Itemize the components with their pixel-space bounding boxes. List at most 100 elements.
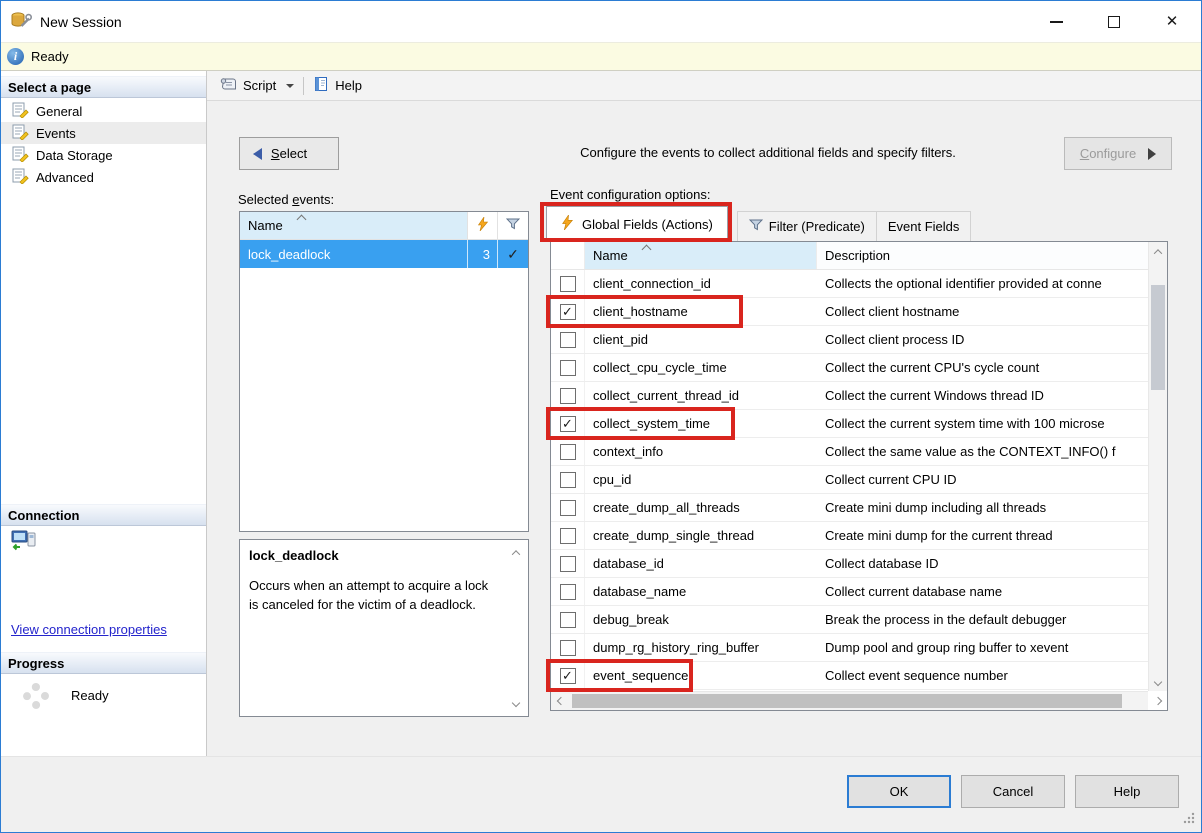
- selected-event-filter-check-icon: ✓: [507, 245, 519, 262]
- sidebar-item-advanced[interactable]: Advanced: [1, 166, 206, 188]
- field-description: Collect current database name: [825, 584, 1003, 599]
- field-name: cpu_id: [593, 472, 632, 487]
- selected-event-row-lock-deadlock[interactable]: lock_deadlock 3 ✓: [240, 240, 528, 268]
- field-description: Collect the current system time with 100…: [825, 416, 1105, 431]
- fields-description-column-header[interactable]: Description: [817, 242, 1148, 269]
- field-row-event_sequence[interactable]: ✓ event_sequence Collect event sequence …: [546, 659, 1148, 692]
- vertical-scrollbar[interactable]: [1148, 242, 1167, 691]
- configure-button[interactable]: Configure: [1064, 137, 1172, 170]
- field-checkbox[interactable]: [559, 275, 576, 292]
- field-name: context_info: [593, 444, 664, 459]
- page-icon: [12, 101, 29, 121]
- minimize-button[interactable]: [1027, 1, 1085, 42]
- close-button[interactable]: ✕: [1143, 1, 1201, 42]
- field-checkbox-cell: [551, 606, 585, 633]
- field-checkbox[interactable]: [559, 639, 576, 656]
- cancel-button[interactable]: Cancel: [961, 775, 1065, 808]
- connection-icon: [11, 529, 37, 556]
- field-description: Break the process in the default debugge…: [825, 612, 1067, 627]
- field-row-create_dump_all_threads[interactable]: create_dump_all_threads Create mini dump…: [551, 494, 1148, 522]
- script-button[interactable]: Script: [214, 74, 299, 98]
- field-checkbox[interactable]: ✓: [559, 667, 576, 684]
- field-row-database_id[interactable]: database_id Collect database ID: [551, 550, 1148, 578]
- tab-event-fields[interactable]: Event Fields: [876, 211, 972, 241]
- scroll-down-icon[interactable]: [1149, 672, 1167, 691]
- field-checkbox[interactable]: [559, 471, 576, 488]
- field-row-client_connection_id[interactable]: client_connection_id Collects the option…: [551, 270, 1148, 298]
- events-actions-column-header[interactable]: [468, 212, 498, 239]
- field-row-client_pid[interactable]: client_pid Collect client process ID: [551, 326, 1148, 354]
- help-toolbar-button[interactable]: Help: [308, 73, 367, 98]
- field-checkbox[interactable]: ✓: [559, 415, 576, 432]
- tab-filter-predicate[interactable]: Filter (Predicate): [736, 211, 877, 241]
- field-row-context_info[interactable]: context_info Collect the same value as t…: [551, 438, 1148, 466]
- fields-name-header-label: Name: [593, 248, 628, 263]
- field-checkbox[interactable]: [559, 583, 576, 600]
- ok-button[interactable]: OK: [847, 775, 951, 808]
- window-title: New Session: [40, 13, 122, 30]
- maximize-button[interactable]: [1085, 1, 1143, 42]
- filter-icon: [505, 218, 521, 234]
- view-connection-properties-link[interactable]: View connection properties: [11, 622, 167, 637]
- field-name: database_name: [593, 584, 687, 599]
- field-row-collect_cpu_cycle_time[interactable]: collect_cpu_cycle_time Collect the curre…: [551, 354, 1148, 382]
- new-session-dialog: New Session ✕ i Ready Select a page Gene…: [0, 0, 1202, 833]
- help-button[interactable]: Help: [1075, 775, 1179, 808]
- field-checkbox-cell: [551, 494, 585, 521]
- events-name-column-header[interactable]: Name: [240, 212, 468, 239]
- horizontal-scrollbar[interactable]: [551, 691, 1162, 710]
- field-name: create_dump_single_thread: [593, 528, 755, 543]
- scroll-up-icon[interactable]: [1149, 242, 1167, 261]
- resize-grip[interactable]: [1182, 811, 1195, 827]
- scroll-up-icon[interactable]: [511, 550, 521, 559]
- tab-label: Global Fields (Actions): [582, 216, 713, 232]
- event-configuration-options-label: Event configuration options:: [550, 187, 711, 202]
- sidebar-item-data-storage[interactable]: Data Storage: [1, 144, 206, 166]
- fields-name-column-header[interactable]: Name: [585, 242, 817, 269]
- field-name: client_connection_id: [593, 276, 711, 291]
- field-checkbox[interactable]: [559, 443, 576, 460]
- minimize-icon: [1049, 20, 1063, 23]
- events-name-header-label: Name: [248, 218, 283, 233]
- field-checkbox[interactable]: [559, 611, 576, 628]
- status-bar: i Ready: [1, 42, 1201, 71]
- select-button[interactable]: Select: [239, 137, 339, 170]
- field-row-collect_current_thread_id[interactable]: collect_current_thread_id Collect the cu…: [551, 382, 1148, 410]
- events-filter-column-header[interactable]: [498, 212, 528, 239]
- field-checkbox[interactable]: [559, 387, 576, 404]
- info-icon: i: [7, 48, 24, 65]
- scroll-left-icon[interactable]: [551, 692, 570, 710]
- field-checkbox-cell: ✓: [551, 298, 585, 325]
- progress-spinner: [23, 683, 49, 709]
- field-row-dump_rg_history_ring_buffer[interactable]: dump_rg_history_ring_buffer Dump pool an…: [551, 634, 1148, 662]
- selected-events-header: Name: [240, 212, 528, 240]
- field-row-create_dump_single_thread[interactable]: create_dump_single_thread Create mini du…: [551, 522, 1148, 550]
- field-row-cpu_id[interactable]: cpu_id Collect current CPU ID: [551, 466, 1148, 494]
- selected-events-list: Name lock_deadlock 3 ✓: [239, 211, 529, 532]
- field-checkbox[interactable]: [559, 499, 576, 516]
- field-checkbox-cell: [551, 550, 585, 577]
- scroll-right-icon[interactable]: [1148, 692, 1167, 710]
- field-row-collect_system_time[interactable]: ✓ collect_system_time Collect the curren…: [546, 407, 1148, 440]
- field-checkbox[interactable]: [559, 331, 576, 348]
- page-list: General Events Data Storage Advanced: [1, 100, 206, 188]
- field-description: Collects the optional identifier provide…: [825, 276, 1102, 291]
- field-row-database_name[interactable]: database_name Collect current database n…: [551, 578, 1148, 606]
- toolbar-separator: [303, 76, 305, 95]
- field-row-client_hostname[interactable]: ✓ client_hostname Collect client hostnam…: [546, 295, 1148, 328]
- field-description: Create mini dump including all threads: [825, 500, 1047, 515]
- sidebar-item-general[interactable]: General: [1, 100, 206, 122]
- horizontal-scrollbar-thumb[interactable]: [572, 694, 1122, 708]
- field-checkbox[interactable]: [559, 359, 576, 376]
- sidebar-item-events[interactable]: Events: [1, 122, 206, 144]
- field-name: collect_system_time: [593, 416, 711, 431]
- scroll-down-icon[interactable]: [511, 698, 521, 708]
- field-checkbox[interactable]: [559, 527, 576, 544]
- script-icon: [219, 77, 237, 95]
- tab-global-fields-actions[interactable]: Global Fields (Actions): [540, 202, 732, 242]
- field-name: client_pid: [593, 332, 648, 347]
- vertical-scrollbar-thumb[interactable]: [1151, 285, 1165, 390]
- field-checkbox[interactable]: [559, 555, 576, 572]
- field-checkbox[interactable]: ✓: [559, 303, 576, 320]
- field-row-debug_break[interactable]: debug_break Break the process in the def…: [551, 606, 1148, 634]
